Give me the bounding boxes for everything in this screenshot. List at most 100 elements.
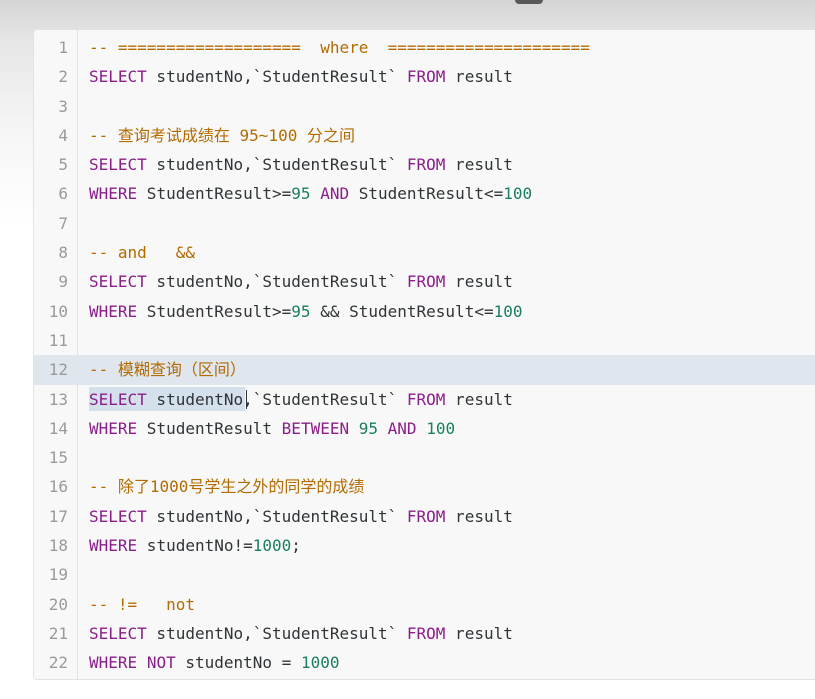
code-line[interactable]: 20 -- != not (34, 590, 815, 619)
plain-token: studentNo,`StudentResult` (146, 506, 407, 526)
plain-token: studentNo!= (137, 536, 253, 556)
code-text: SELECT studentNo,`StudentResult` FROM re… (89, 619, 513, 648)
line-number: 3 (58, 96, 68, 116)
plain-token: ; (291, 536, 301, 556)
keyword-token: FROM (406, 506, 446, 526)
line-number: 5 (58, 155, 68, 175)
keyword-token: WHERE (89, 653, 138, 673)
comment-token: -- != not (89, 594, 195, 614)
code-line[interactable]: 12 -- 模糊查询（区间） (34, 355, 815, 385)
code-line[interactable]: 9 SELECT studentNo,`StudentResult` FROM r… (34, 267, 815, 296)
code-text: WHERE NOT studentNo = 1000 (89, 648, 339, 677)
code-text: -- 模糊查询（区间） (89, 355, 246, 384)
line-number: 7 (58, 213, 68, 233)
code-text: WHERE studentNo!=1000; (89, 531, 301, 560)
comment-token: -- and && (89, 243, 195, 263)
code-line[interactable]: 1 -- =================== where ==========… (34, 33, 815, 62)
line-number: 21 (48, 623, 68, 643)
code-text: SELECT studentNo,`StudentResult` FROM re… (89, 267, 513, 296)
number-token: 100 (493, 301, 523, 321)
keyword-token: SELECT (89, 155, 147, 175)
plain-token: result (445, 155, 513, 175)
code-line[interactable]: 22 WHERE NOT studentNo = 1000 (34, 648, 815, 677)
comment-token: -- 模糊查询（区间） (89, 360, 246, 380)
line-number: 17 (48, 506, 68, 526)
code-line[interactable]: 11 (34, 326, 815, 355)
code-line[interactable]: 8 -- and && (34, 238, 815, 267)
code-line[interactable]: 13 SELECT studentNo,`StudentResult` FROM … (34, 385, 815, 414)
code-text: -- 除了1000号学生之外的同学的成绩 (89, 472, 364, 501)
plain-token: result (445, 389, 513, 409)
line-number: 12 (48, 360, 68, 380)
line-number: 15 (48, 448, 68, 468)
code-text: WHERE StudentResult BETWEEN 95 AND 100 (89, 414, 455, 443)
line-number: 16 (48, 477, 68, 497)
code-line[interactable]: 18 WHERE studentNo!=1000; (34, 531, 815, 560)
keyword-token: SELECT (89, 623, 147, 643)
keyword-token: FROM (406, 389, 446, 409)
keyword-token: SELECT (89, 67, 147, 87)
line-number: 6 (58, 184, 68, 204)
line-number: 20 (48, 594, 68, 614)
line-number: 1 (58, 38, 68, 57)
keyword-token: NOT (146, 653, 176, 673)
line-number: 18 (48, 536, 68, 556)
line-number: 10 (48, 301, 68, 321)
code-line[interactable]: 6 WHERE StudentResult>=95 AND StudentResu… (34, 179, 815, 208)
plain-token: && StudentResult<= (310, 301, 494, 321)
plain-token: StudentResult (137, 418, 282, 438)
code-text: WHERE StudentResult>=95 && StudentResult… (89, 297, 523, 326)
plain-token: StudentResult<= (349, 184, 504, 204)
line-number: 4 (58, 125, 68, 145)
number-token: 1000 (300, 653, 340, 673)
keyword-token: WHERE (89, 301, 138, 321)
code-editor[interactable]: 1 -- =================== where ==========… (33, 29, 815, 680)
keyword-token: SELECT (89, 272, 147, 292)
code-line[interactable]: 15 (34, 443, 815, 472)
plain-token: studentNo = (175, 653, 301, 673)
code-line[interactable]: 2 SELECT studentNo,`StudentResult` FROM r… (34, 62, 815, 91)
code-line[interactable]: 21 SELECT studentNo,`StudentResult` FROM … (34, 619, 815, 648)
comment-token: -- 除了1000号学生之外的同学的成绩 (89, 477, 365, 497)
code-text: WHERE StudentResult>=95 AND StudentResul… (89, 179, 532, 208)
code-line[interactable]: 16 -- 除了1000号学生之外的同学的成绩 (34, 472, 815, 501)
code-text: SELECT studentNo,`StudentResult` FROM re… (89, 502, 513, 531)
plain-token: studentNo,`StudentResult` (146, 155, 407, 175)
window-tab-handle[interactable] (515, 0, 543, 4)
code-line[interactable]: 19 (34, 560, 815, 589)
code-line[interactable]: 10 WHERE StudentResult>=95 && StudentResu… (34, 297, 815, 326)
keyword-token: WHERE (89, 418, 138, 438)
line-number: 9 (58, 272, 68, 292)
plain-token: studentNo,`StudentResult` (146, 67, 407, 87)
code-line[interactable]: 3 (34, 92, 815, 121)
keyword-token: WHERE (89, 536, 138, 556)
code-text: SELECT studentNo,`StudentResult` FROM re… (89, 150, 513, 179)
code-line[interactable]: 7 (34, 209, 815, 238)
line-number: 11 (48, 330, 68, 350)
line-number: 8 (58, 243, 68, 263)
line-number: 14 (48, 418, 68, 438)
code-line[interactable]: 17 SELECT studentNo,`StudentResult` FROM … (34, 502, 815, 531)
code-line[interactable]: 4 -- 查询考试成绩在 95~100 分之间 (34, 121, 815, 150)
keyword-token: FROM (406, 623, 446, 643)
keyword-token: AND (387, 418, 417, 438)
number-token: 1000 (252, 536, 292, 556)
line-number: 2 (58, 67, 68, 87)
comment-token: -- 查询考试成绩在 95~100 分之间 (89, 125, 355, 145)
plain-token: result (445, 67, 513, 87)
line-number: 22 (48, 653, 68, 673)
plain-token: StudentResult>= (137, 184, 292, 204)
number-token: 95 (358, 418, 379, 438)
code-line[interactable]: 14 WHERE StudentResult BETWEEN 95 AND 100 (34, 414, 815, 443)
code-text: -- 查询考试成绩在 95~100 分之间 (89, 121, 355, 150)
comment-token: -- =================== where ===========… (89, 38, 590, 57)
keyword-token: SELECT (89, 506, 147, 526)
code-line[interactable]: 5 SELECT studentNo,`StudentResult` FROM r… (34, 150, 815, 179)
plain-token: result (445, 506, 513, 526)
plain-token: StudentResult>= (137, 301, 292, 321)
